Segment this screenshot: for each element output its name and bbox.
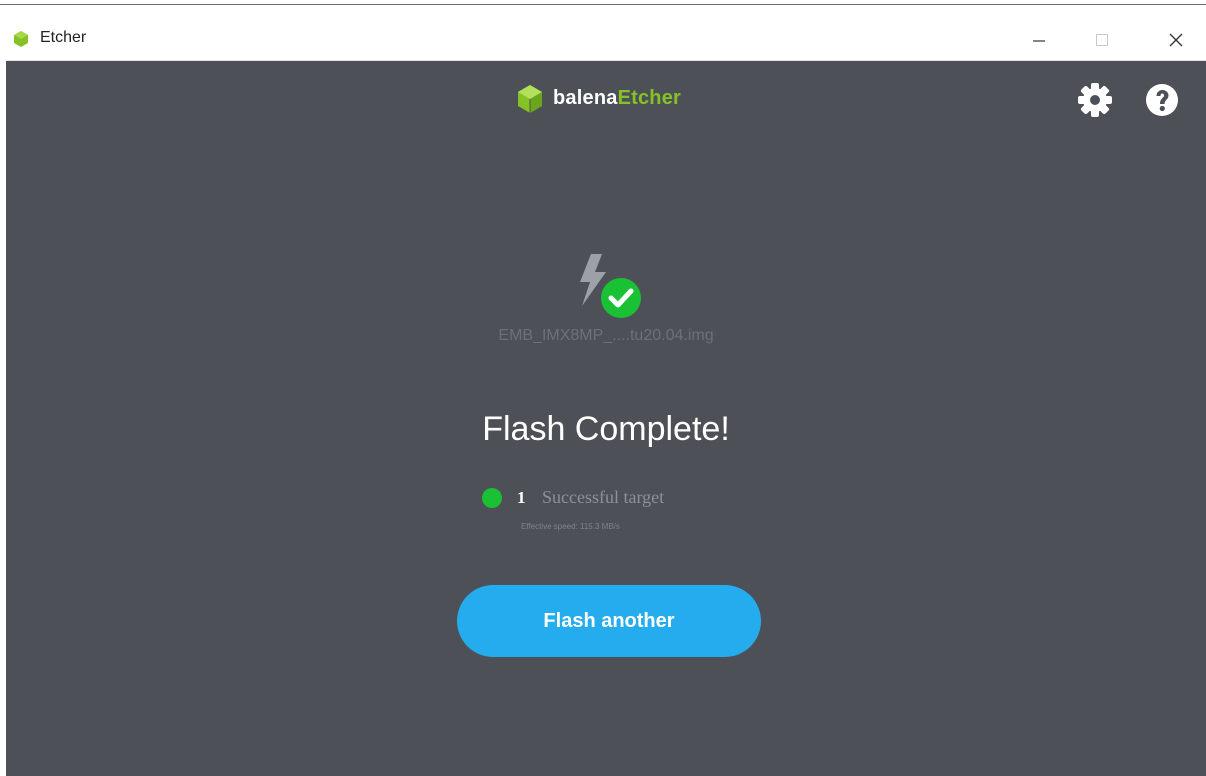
brand-name: balenaEtcher bbox=[553, 87, 681, 110]
minimize-icon bbox=[1033, 40, 1045, 42]
flash-complete-icon bbox=[580, 254, 641, 318]
brand-suffix: Etcher bbox=[617, 87, 682, 109]
window-title: Etcher bbox=[40, 29, 87, 46]
image-filename: EMB_IMX8MP_....tu20.04.img bbox=[498, 327, 714, 344]
success-status-dot bbox=[482, 488, 502, 508]
flash-complete-heading: Flash Complete! bbox=[482, 410, 730, 448]
brand-prefix: balena bbox=[553, 87, 618, 109]
successful-target-count: 1 bbox=[517, 488, 526, 507]
maximize-button[interactable] bbox=[1079, 20, 1125, 60]
effective-speed-text: Effective speed: 115.3 MB/s bbox=[521, 522, 620, 531]
flash-another-button[interactable]: Flash another bbox=[457, 585, 761, 657]
balena-logo-icon bbox=[518, 85, 542, 113]
maximize-icon bbox=[1096, 34, 1108, 46]
close-button[interactable] bbox=[1153, 20, 1199, 60]
screen-top-border bbox=[0, 4, 1206, 5]
settings-gear-icon[interactable] bbox=[1076, 81, 1114, 119]
successful-target-label: Successful target bbox=[542, 487, 665, 507]
minimize-button[interactable] bbox=[1016, 20, 1062, 60]
help-icon[interactable] bbox=[1143, 81, 1181, 119]
etcher-window: Etcher balenaEtcher EMB_IMX8MP_....tu20.… bbox=[6, 20, 1206, 776]
title-bar: Etcher bbox=[6, 20, 1206, 61]
etcher-app-icon bbox=[14, 31, 28, 47]
close-icon bbox=[1169, 33, 1183, 47]
